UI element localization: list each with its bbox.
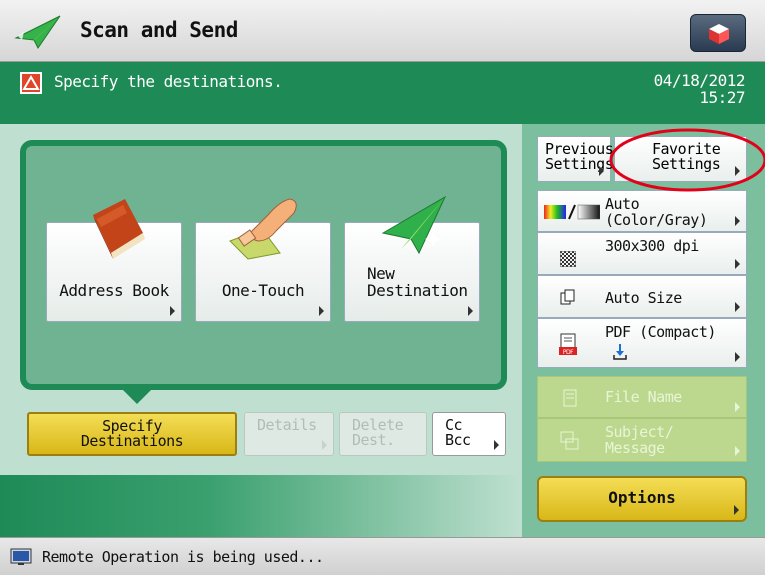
specify-destinations-label: Specify Destinations [29,419,235,449]
datetime: 04/18/2012 15:27 [653,71,746,107]
favorite-settings-label: Favorite Settings [652,142,721,173]
chevron-right-icon [735,166,740,176]
cc-bcc-label: Cc Bcc [445,418,471,448]
new-destination-label-line1: New [367,264,395,283]
color-line2: (Color/Gray) [605,211,708,229]
one-touch-hand-icon [229,198,297,260]
time: 15:27 [699,88,745,107]
panel-pointer [121,388,153,404]
resolution-label: 300x300 dpi [605,237,699,255]
favorite-settings-button[interactable]: Favorite Settings [614,136,747,182]
resolution-button[interactable]: 300x300 dpi [537,232,747,275]
subject-line2: Message [605,439,665,457]
color-line1: Auto [605,195,640,213]
cc-bcc-button[interactable]: Cc Bcc [432,412,506,456]
title-bar: Scan and Send [0,0,765,62]
chevron-right-icon [735,352,740,362]
chevron-right-icon [319,306,324,316]
color-mode-button[interactable]: Auto (Color/Gray) [537,190,747,232]
page-title: Scan and Send [80,18,238,42]
bcc-line: Bcc [445,431,471,449]
new-destination-plane-icon [381,195,447,255]
address-book-label: Address Book [59,281,169,300]
date: 04/18/2012 [653,71,746,90]
chevron-right-icon [322,440,327,450]
previous-settings-button[interactable]: Previous Settings [537,136,614,182]
home-cube-icon [709,24,729,44]
file-name-button[interactable]: File Name [537,376,747,418]
chevron-right-icon [468,306,473,316]
status-bar: Remote Operation is being used... [0,537,765,575]
chevron-right-icon [735,446,740,456]
home-button[interactable] [690,14,746,52]
scan-and-send-screen: Scan and Send Specify the destinations. … [0,0,765,575]
chevron-right-icon [494,440,499,450]
pdf-file-icon: PDF [559,333,577,356]
decorative-band [0,475,522,537]
delete-destination-button[interactable]: Delete Dest. [339,412,427,456]
warning-icon [20,72,42,94]
delete-destination-label: Delete Dest. [352,418,404,449]
specify-line2: Destinations [80,432,184,450]
options-button[interactable]: Options [537,476,747,522]
color-gray-icon [544,204,600,220]
instruction-message: Specify the destinations. [54,72,283,91]
paper-size-icon [560,289,575,305]
new-destination-button[interactable]: New Destination [344,195,480,322]
chevron-right-icon [735,402,740,412]
one-touch-label: One-Touch [221,281,305,300]
specify-destinations-button[interactable]: Specify Destinations [27,412,237,456]
file-format-label: PDF (Compact) [605,323,716,341]
address-book-button[interactable]: Address Book [46,199,182,322]
svg-text:PDF: PDF [563,349,574,356]
scan-size-label: Auto Size [605,289,682,307]
chevron-right-icon [735,302,740,312]
message-icon [560,431,579,450]
remote-monitor-icon [10,548,32,565]
resolution-dots-icon [560,251,576,267]
chevron-right-icon [735,259,740,269]
new-destination-label-line2: Destination [367,281,468,300]
paper-plane-icon [14,15,61,49]
subject-line1: Subject/ [605,423,674,441]
delete-line2: Dest. [352,431,395,449]
file-format-button[interactable]: PDF PDF (Compact) [537,318,747,368]
chevron-right-icon [734,505,739,515]
message-bar: Specify the destinations. 04/18/2012 15:… [0,62,765,124]
chevron-right-icon [599,166,604,176]
details-button[interactable]: Details [244,412,334,456]
details-label: Details [257,416,317,434]
chevron-right-icon [170,306,175,316]
file-name-label: File Name [605,388,682,406]
file-name-icon [563,389,577,407]
compact-download-icon [613,344,627,360]
status-message: Remote Operation is being used... [42,548,324,566]
chevron-right-icon [735,216,740,226]
one-touch-button[interactable]: One-Touch [195,198,331,322]
color-mode-label: Auto (Color/Gray) [605,195,708,229]
options-label: Options [608,488,676,507]
subject-message-label: Subject/ Message [605,423,674,457]
favorite-line2: Settings [652,155,721,173]
address-book-icon [93,199,145,259]
subject-message-button[interactable]: Subject/ Message [537,418,747,462]
scan-size-button[interactable]: Auto Size [537,275,747,318]
new-destination-label: New Destination [367,265,479,299]
